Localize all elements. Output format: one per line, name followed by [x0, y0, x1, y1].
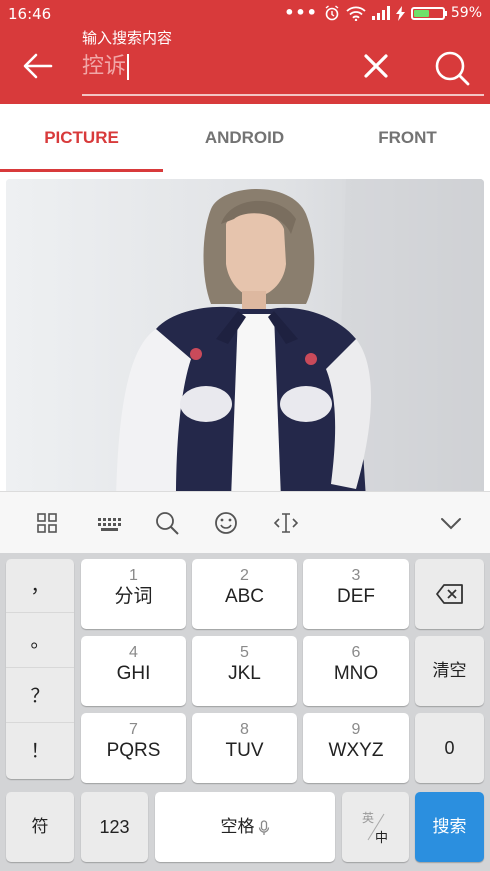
key-5[interactable]: 5 JKL: [192, 636, 297, 706]
cursor-icon[interactable]: [269, 506, 303, 540]
symbols-button[interactable]: 符: [6, 792, 74, 862]
status-time: 16:46: [8, 5, 52, 23]
punctuation-column: ， 。 ？ ！: [6, 559, 74, 779]
key-label: JKL: [228, 663, 261, 684]
tab-picture[interactable]: PICTURE: [0, 104, 163, 172]
clear-icon[interactable]: [358, 50, 394, 84]
status-icons: ••• 59%: [284, 3, 482, 22]
search-icon[interactable]: [150, 506, 184, 540]
backspace-button[interactable]: [415, 559, 484, 629]
key-label: GHI: [116, 663, 151, 684]
key-label: DEF: [337, 586, 375, 607]
key-number: 7: [129, 721, 138, 738]
charging-icon: [395, 5, 405, 21]
key-period[interactable]: 。: [6, 614, 74, 668]
backspace-icon: [435, 584, 463, 604]
photo-card[interactable]: [6, 179, 484, 499]
numbers-button[interactable]: 123: [81, 792, 148, 862]
signal-icon: [371, 6, 390, 20]
key-question[interactable]: ？: [6, 669, 74, 723]
search-input-text: 控诉: [82, 54, 127, 79]
key-3[interactable]: 3 DEF: [303, 559, 409, 629]
photo-image: [6, 179, 484, 499]
key-number: 9: [351, 721, 361, 738]
key-7[interactable]: 7 PQRS: [81, 713, 186, 783]
keyboard-icon[interactable]: [91, 506, 125, 540]
key-number: 2: [240, 567, 249, 584]
key-number: 4: [129, 644, 138, 661]
key-2[interactable]: 2 ABC: [192, 559, 297, 629]
key-4[interactable]: 4 GHI: [81, 636, 186, 706]
text-cursor: [127, 54, 130, 80]
keyboard-toolbar: [0, 491, 490, 553]
key-label: WXYZ: [328, 740, 384, 761]
key-label: MNO: [333, 663, 379, 684]
key-0[interactable]: 0: [415, 713, 484, 783]
key-6[interactable]: 6 MNO: [303, 636, 409, 706]
search-hint-label: 输入搜索内容: [82, 29, 173, 47]
key-label: TUV: [225, 740, 264, 761]
language-switch-button[interactable]: 英 中: [342, 792, 409, 862]
lang-bottom: 中: [375, 830, 389, 845]
key-label: 分词: [114, 586, 153, 607]
key-label: ABC: [224, 586, 265, 607]
search-submit-button[interactable]: 搜索: [415, 792, 484, 862]
key-comma[interactable]: ，: [6, 559, 74, 613]
app-bar: 16:46 ••• 59% 输入搜索内容 控诉: [0, 0, 490, 104]
space-button[interactable]: 空格: [155, 792, 335, 862]
keyboard: ， 。 ？ ！ 1 分词 2 ABC 3 DEF 4 GHI 5 JKL 6 MNO 清空 …: [0, 553, 490, 871]
tab-indicator: [0, 169, 163, 172]
key-number: 6: [351, 644, 361, 661]
key-label: PQRS: [106, 740, 161, 761]
search-input-underline: [82, 94, 484, 96]
key-number: 8: [240, 721, 249, 738]
tab-android[interactable]: ANDROID: [163, 104, 326, 172]
clear-all-button[interactable]: 清空: [415, 636, 484, 706]
battery-percent: 59%: [450, 5, 482, 21]
wifi-icon: [346, 6, 366, 21]
key-8[interactable]: 8 TUV: [192, 713, 297, 783]
tab-bar: PICTURE ANDROID FRONT: [0, 104, 490, 172]
battery-level: [413, 9, 429, 17]
microphone-icon: [258, 819, 269, 835]
search-icon[interactable]: [432, 48, 472, 88]
more-notifications-icon: •••: [284, 3, 318, 22]
back-arrow-icon[interactable]: [20, 48, 56, 84]
key-1[interactable]: 1 分词: [81, 559, 186, 629]
grid-icon[interactable]: [30, 506, 64, 540]
status-bar: 16:46 ••• 59%: [0, 0, 490, 30]
space-label: 空格: [220, 817, 255, 836]
key-9[interactable]: 9 WXYZ: [303, 713, 409, 783]
collapse-icon[interactable]: [434, 506, 468, 540]
emoji-icon[interactable]: [209, 506, 243, 540]
alarm-icon: [325, 5, 339, 21]
key-exclamation[interactable]: ！: [6, 724, 74, 778]
tab-front[interactable]: FRONT: [326, 104, 489, 172]
key-number: 3: [351, 567, 361, 584]
key-number: 1: [129, 567, 138, 584]
key-number: 5: [240, 644, 249, 661]
battery-icon: [410, 6, 447, 20]
